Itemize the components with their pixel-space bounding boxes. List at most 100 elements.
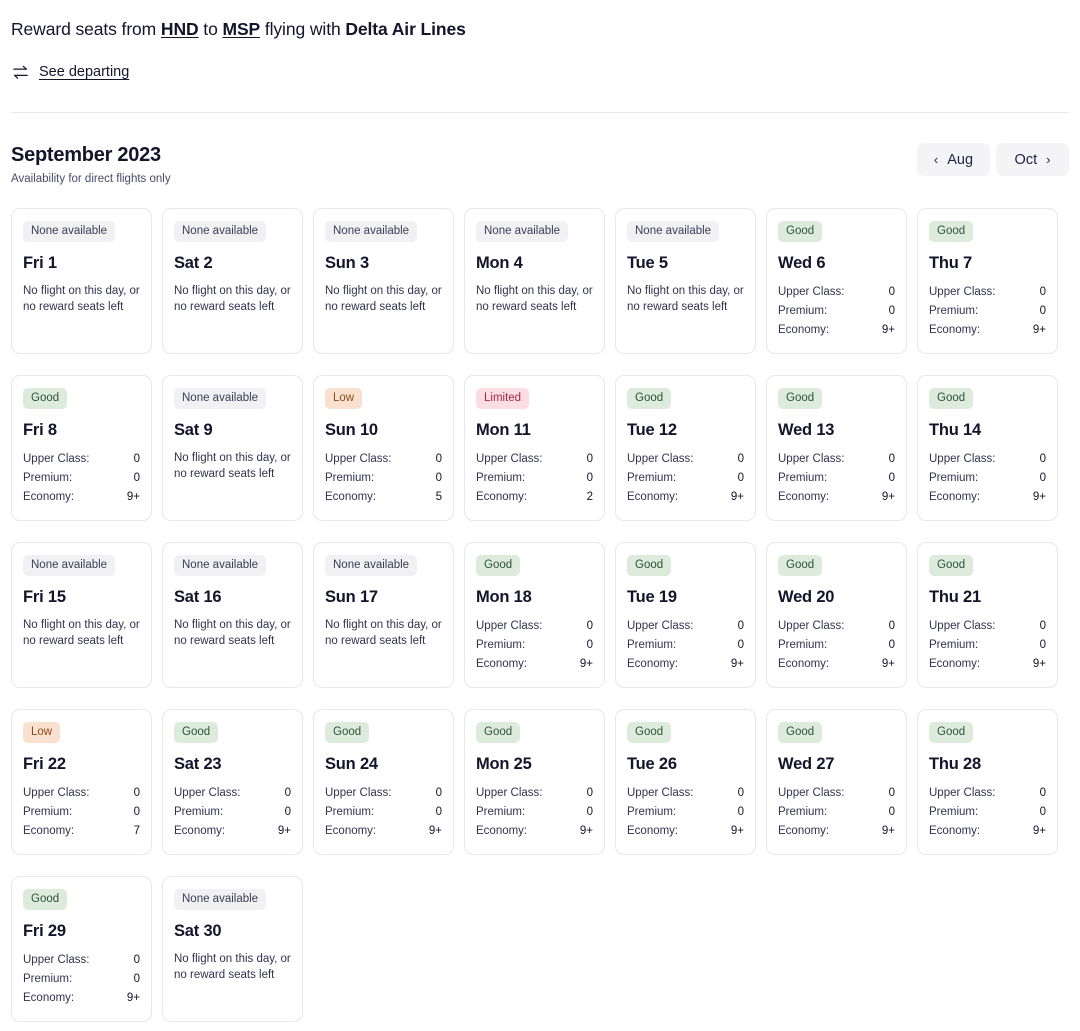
day-label: Mon 11 [476, 421, 531, 439]
seat-row-premium: Premium: 0 [627, 638, 744, 653]
day-label: Sun 10 [325, 421, 378, 439]
seat-label-premium: Premium: [174, 806, 224, 818]
seat-label-economy: Economy: [778, 658, 830, 670]
seat-availability-list: Upper Class: 0 Premium: 0 Economy: 9+ [778, 285, 895, 338]
day-card[interactable]: Good Sat 23 Upper Class: 0 Premium: 0 Economy:… [162, 709, 303, 855]
day-card[interactable]: Good Wed 13 Upper Class: 0 Premium: 0 Economy:… [766, 375, 907, 521]
day-label: Thu 21 [929, 588, 981, 606]
seat-label-upper-class: Upper Class: [627, 620, 694, 632]
seat-label-economy: Economy: [476, 825, 528, 837]
day-card[interactable]: Good Tue 12 Upper Class: 0 Premium: 0 Economy:… [615, 375, 756, 521]
seat-value-upper-class: 0 [133, 787, 140, 799]
day-card[interactable]: Good Tue 26 Upper Class: 0 Premium: 0 Economy:… [615, 709, 756, 855]
seat-value-premium: 0 [435, 472, 442, 484]
no-flight-message: No flight on this day, or no reward seat… [174, 285, 291, 313]
no-flight-message: No flight on this day, or no reward seat… [325, 619, 442, 647]
seat-value-premium: 0 [133, 973, 140, 985]
day-card[interactable]: Good Fri 8 Upper Class: 0 Premium: 0 Economy: 9… [11, 375, 152, 521]
day-card[interactable]: None available Sat 9 No flight on this day… [162, 375, 303, 521]
seat-value-upper-class: 0 [284, 787, 291, 799]
seat-label-premium: Premium: [929, 472, 979, 484]
day-label: Mon 25 [476, 755, 532, 773]
see-departing-row[interactable]: See departing [11, 63, 1069, 82]
seat-availability-list: Upper Class: 0 Premium: 0 Economy: 9+ [778, 786, 895, 839]
day-card[interactable]: Good Wed 6 Upper Class: 0 Premium: 0 Economy: 9… [766, 208, 907, 354]
seat-availability-list: Upper Class: 0 Premium: 0 Economy: 9+ [476, 619, 593, 672]
seat-label-economy: Economy: [929, 825, 981, 837]
day-card[interactable]: Good Mon 18 Upper Class: 0 Premium: 0 Economy:… [464, 542, 605, 688]
day-card[interactable]: Good Wed 27 Upper Class: 0 Premium: 0 Economy:… [766, 709, 907, 855]
day-card[interactable]: None available Fri 15 No flight on this da… [11, 542, 152, 688]
day-card[interactable]: Good Thu 21 Upper Class: 0 Premium: 0 Economy:… [917, 542, 1058, 688]
seat-row-economy: Economy: 5 [325, 490, 442, 505]
day-card[interactable]: Good Tue 19 Upper Class: 0 Premium: 0 Economy:… [615, 542, 756, 688]
destination-airport-code[interactable]: MSP [222, 19, 260, 39]
seat-value-premium: 0 [586, 639, 593, 651]
see-departing-link[interactable]: See departing [39, 63, 129, 82]
seat-availability-list: Upper Class: 0 Premium: 0 Economy: 9+ [778, 619, 895, 672]
day-card[interactable]: Good Thu 14 Upper Class: 0 Premium: 0 Economy:… [917, 375, 1058, 521]
seat-label-premium: Premium: [325, 472, 375, 484]
day-label: Wed 27 [778, 755, 835, 773]
seat-label-upper-class: Upper Class: [778, 787, 845, 799]
seat-row-economy: Economy: 9+ [325, 824, 442, 839]
seat-availability-list: Upper Class: 0 Premium: 0 Economy: 2 [476, 452, 593, 505]
seat-value-economy: 9+ [579, 825, 593, 837]
month-nav: ‹ Aug Oct › [917, 142, 1069, 176]
day-card[interactable]: None available Sat 30 No flight on this da… [162, 876, 303, 1022]
next-month-button[interactable]: Oct › [996, 143, 1069, 176]
status-badge: Good [23, 388, 68, 409]
seat-value-economy: 9+ [881, 491, 895, 503]
seat-value-premium: 0 [586, 806, 593, 818]
seat-value-premium: 0 [737, 639, 744, 651]
seat-label-economy: Economy: [778, 324, 830, 336]
day-card[interactable]: Good Mon 25 Upper Class: 0 Premium: 0 Economy:… [464, 709, 605, 855]
day-card[interactable]: Good Wed 20 Upper Class: 0 Premium: 0 Economy:… [766, 542, 907, 688]
day-label: Sat 23 [174, 755, 222, 773]
seat-value-economy: 9+ [730, 491, 744, 503]
seat-label-upper-class: Upper Class: [778, 453, 845, 465]
day-card[interactable]: None available Tue 5 No flight on this day… [615, 208, 756, 354]
seat-label-premium: Premium: [627, 639, 677, 651]
seat-value-economy: 9+ [881, 324, 895, 336]
day-card[interactable]: Good Thu 7 Upper Class: 0 Premium: 0 Economy: 9… [917, 208, 1058, 354]
day-card[interactable]: None available Sun 3 No flight on this day… [313, 208, 454, 354]
status-badge: Good [627, 722, 672, 743]
prev-month-button[interactable]: ‹ Aug [917, 143, 990, 176]
seat-value-economy: 9+ [1032, 658, 1046, 670]
day-card[interactable]: Good Sun 24 Upper Class: 0 Premium: 0 Economy:… [313, 709, 454, 855]
day-label: Fri 29 [23, 922, 66, 940]
day-card[interactable]: None available Mon 4 No flight on this day… [464, 208, 605, 354]
origin-airport-code[interactable]: HND [161, 19, 199, 39]
seat-label-economy: Economy: [929, 658, 981, 670]
status-badge: Good [778, 555, 823, 576]
day-card[interactable]: Good Fri 29 Upper Class: 0 Premium: 0 Economy:… [11, 876, 152, 1022]
seat-value-premium: 0 [133, 806, 140, 818]
month-heading-group: September 2023 Availability for direct f… [11, 142, 171, 187]
seat-row-upper-class: Upper Class: 0 [929, 786, 1046, 801]
seat-row-economy: Economy: 9+ [23, 490, 140, 505]
seat-row-upper-class: Upper Class: 0 [929, 285, 1046, 300]
seat-availability-list: Upper Class: 0 Premium: 0 Economy: 5 [325, 452, 442, 505]
day-card[interactable]: Good Thu 28 Upper Class: 0 Premium: 0 Economy:… [917, 709, 1058, 855]
seat-label-economy: Economy: [476, 491, 528, 503]
no-flight-message: No flight on this day, or no reward seat… [174, 452, 291, 480]
seat-availability-list: Upper Class: 0 Premium: 0 Economy: 9+ [325, 786, 442, 839]
seat-label-economy: Economy: [23, 992, 75, 1004]
day-card[interactable]: Low Fri 22 Upper Class: 0 Premium: 0 Economy: 7 [11, 709, 152, 855]
seat-value-premium: 0 [888, 806, 895, 818]
status-badge: None available [23, 555, 116, 576]
day-card[interactable]: None available Sat 2 No flight on this day… [162, 208, 303, 354]
seat-row-premium: Premium: 0 [929, 304, 1046, 319]
seat-row-upper-class: Upper Class: 0 [23, 786, 140, 801]
seat-value-premium: 0 [133, 472, 140, 484]
day-card[interactable]: None available Fri 1 No flight on this day… [11, 208, 152, 354]
seat-row-economy: Economy: 9+ [627, 490, 744, 505]
seat-row-premium: Premium: 0 [778, 805, 895, 820]
seat-label-upper-class: Upper Class: [929, 620, 996, 632]
day-card[interactable]: None available Sat 16 No flight on this da… [162, 542, 303, 688]
day-card[interactable]: None available Sun 17 No flight on this da… [313, 542, 454, 688]
day-card[interactable]: Low Sun 10 Upper Class: 0 Premium: 0 Economy: 5 [313, 375, 454, 521]
day-card[interactable]: Limited Mon 11 Upper Class: 0 Premium: 0 Econo… [464, 375, 605, 521]
seat-value-upper-class: 0 [435, 453, 442, 465]
